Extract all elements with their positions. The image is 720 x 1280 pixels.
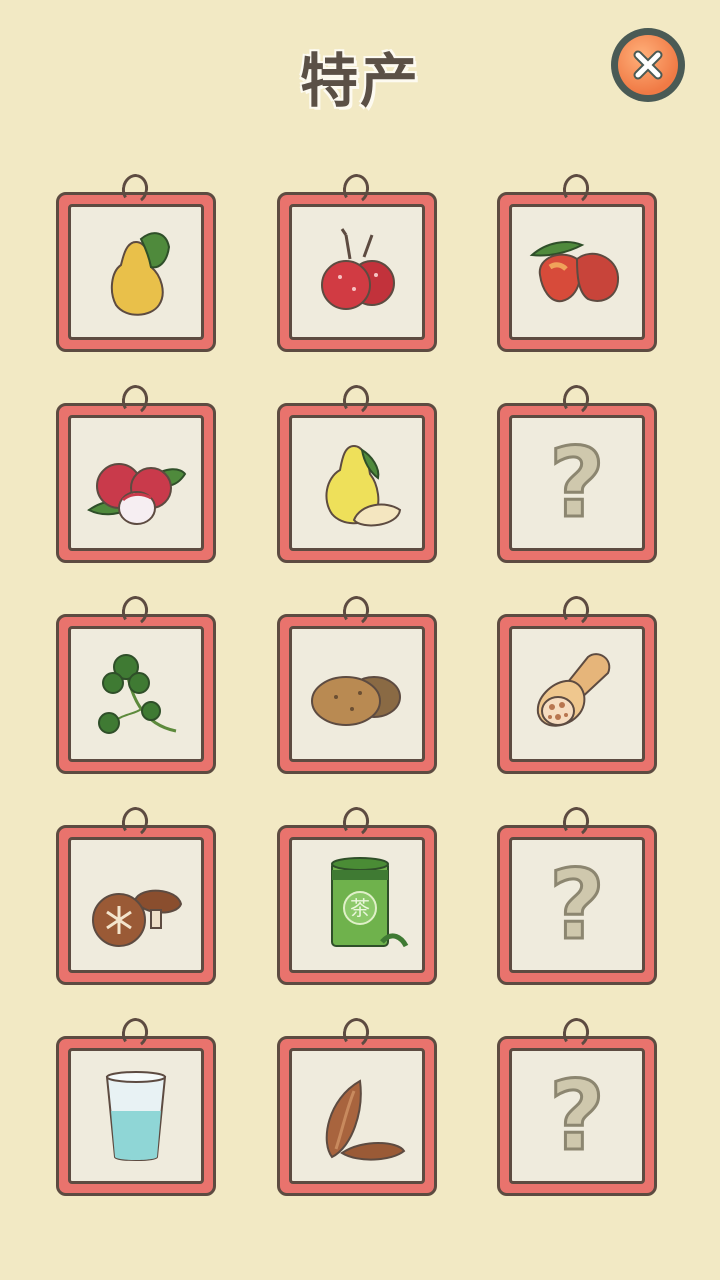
card-pomelo[interactable] [277, 382, 437, 563]
card-almond[interactable] [277, 1015, 437, 1196]
question-mark-icon: ? [548, 849, 607, 961]
question-mark-icon: ? [548, 1060, 607, 1172]
cilantro-icon [98, 654, 177, 734]
pomelo-icon [325, 444, 402, 527]
lotus-root-icon [536, 653, 611, 727]
jujube-icon [529, 241, 620, 303]
almond-icon [325, 1079, 406, 1161]
card-jujube[interactable] [497, 171, 657, 352]
tea-label: 茶 [350, 896, 370, 920]
card-hawthorn[interactable] [277, 171, 437, 352]
pear-icon [110, 232, 171, 316]
lychee-icon [87, 463, 187, 525]
card-cilantro[interactable] [56, 593, 216, 774]
question-mark-icon: ? [548, 427, 607, 539]
card-locked-3[interactable]: ? [497, 1015, 657, 1196]
card-water[interactable] [56, 1015, 216, 1196]
card-locked-1[interactable]: ? [497, 382, 657, 563]
card-tea[interactable]: 茶 [277, 804, 437, 985]
shiitake-mushroom-icon [92, 889, 183, 947]
card-locked-2[interactable]: ? [497, 804, 657, 985]
card-lotus-root[interactable] [497, 593, 657, 774]
card-shiitake[interactable] [56, 804, 216, 985]
card-pear[interactable] [56, 171, 216, 352]
tea-can-icon: 茶 [331, 857, 409, 948]
specialty-grid: ? 茶 ? ? [0, 0, 720, 1280]
card-potato[interactable] [277, 593, 437, 774]
card-lychee[interactable] [56, 382, 216, 563]
hawthorn-icon [321, 228, 395, 310]
water-glass-icon [105, 1071, 167, 1161]
potato-icon [311, 676, 401, 726]
